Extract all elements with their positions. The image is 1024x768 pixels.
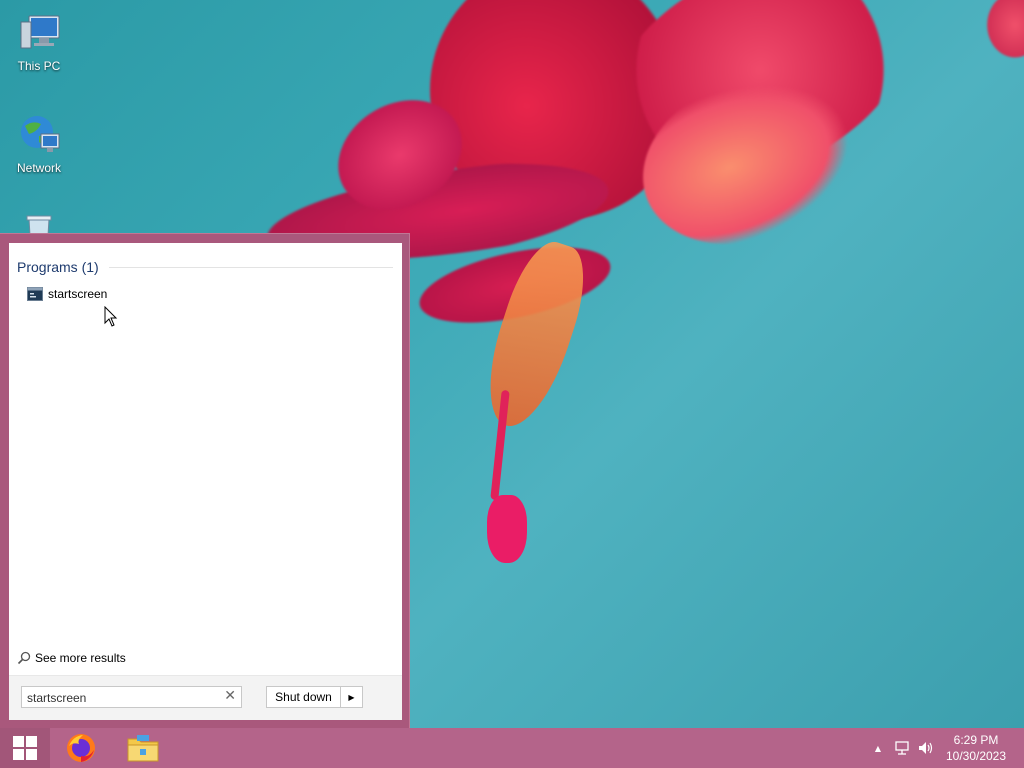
start-menu-search-bar: ✕ Shut down ▶ <box>9 675 402 720</box>
shutdown-options-arrow-icon[interactable]: ▶ <box>341 687 362 707</box>
windows-logo-icon <box>13 736 37 760</box>
start-menu-panel: Programs (1) startscreen See more result… <box>9 243 402 720</box>
mouse-pointer-icon <box>104 306 118 327</box>
search-result-label: startscreen <box>48 287 108 301</box>
wallpaper-stigma <box>487 495 527 563</box>
search-box: ✕ <box>21 686 242 708</box>
desktop-icon-label: Network <box>16 161 61 175</box>
program-icon <box>27 287 43 301</box>
firefox-icon <box>67 734 95 762</box>
show-hidden-icons-button[interactable]: ▲ <box>866 728 890 768</box>
search-input[interactable] <box>22 688 217 708</box>
start-button[interactable] <box>0 728 50 768</box>
network-status-button[interactable] <box>890 728 914 768</box>
programs-header-label: Programs (1) <box>17 259 99 275</box>
chevron-up-icon: ▲ <box>874 743 882 753</box>
programs-header: Programs (1) <box>17 259 393 275</box>
taskbar-file-explorer-button[interactable] <box>117 728 169 768</box>
desktop-icon-this-pc[interactable]: This PC <box>1 10 77 73</box>
system-tray: ▲ 6:29 PM 10/30/2023 <box>866 728 1024 768</box>
taskbar-clock[interactable]: 6:29 PM 10/30/2023 <box>938 732 1014 764</box>
taskbar-firefox-button[interactable] <box>55 728 107 768</box>
wallpaper-petal <box>985 0 1024 60</box>
this-pc-icon <box>20 15 60 49</box>
search-icon <box>17 651 31 665</box>
divider <box>108 266 393 268</box>
clear-search-icon[interactable]: ✕ <box>224 688 236 704</box>
search-result-startscreen[interactable]: startscreen <box>27 284 107 304</box>
start-menu: Programs (1) startscreen See more result… <box>0 233 410 728</box>
volume-icon <box>919 742 933 754</box>
desktop-icon-label: This PC <box>17 59 61 73</box>
desktop-icon-network[interactable]: Network <box>1 112 77 175</box>
clock-date: 10/30/2023 <box>945 749 1007 763</box>
clock-time: 6:29 PM <box>953 733 999 747</box>
volume-button[interactable] <box>914 728 938 768</box>
network-tray-icon <box>895 741 909 755</box>
taskbar: ▲ 6:29 PM 10/30/2023 <box>0 728 1024 768</box>
see-more-results-label: See more results <box>35 651 126 665</box>
see-more-results-link[interactable]: See more results <box>17 651 126 665</box>
shutdown-button[interactable]: Shut down <box>267 687 341 707</box>
shutdown-button-group: Shut down ▶ <box>266 686 363 708</box>
network-icon <box>21 116 60 152</box>
file-explorer-icon <box>127 735 159 762</box>
